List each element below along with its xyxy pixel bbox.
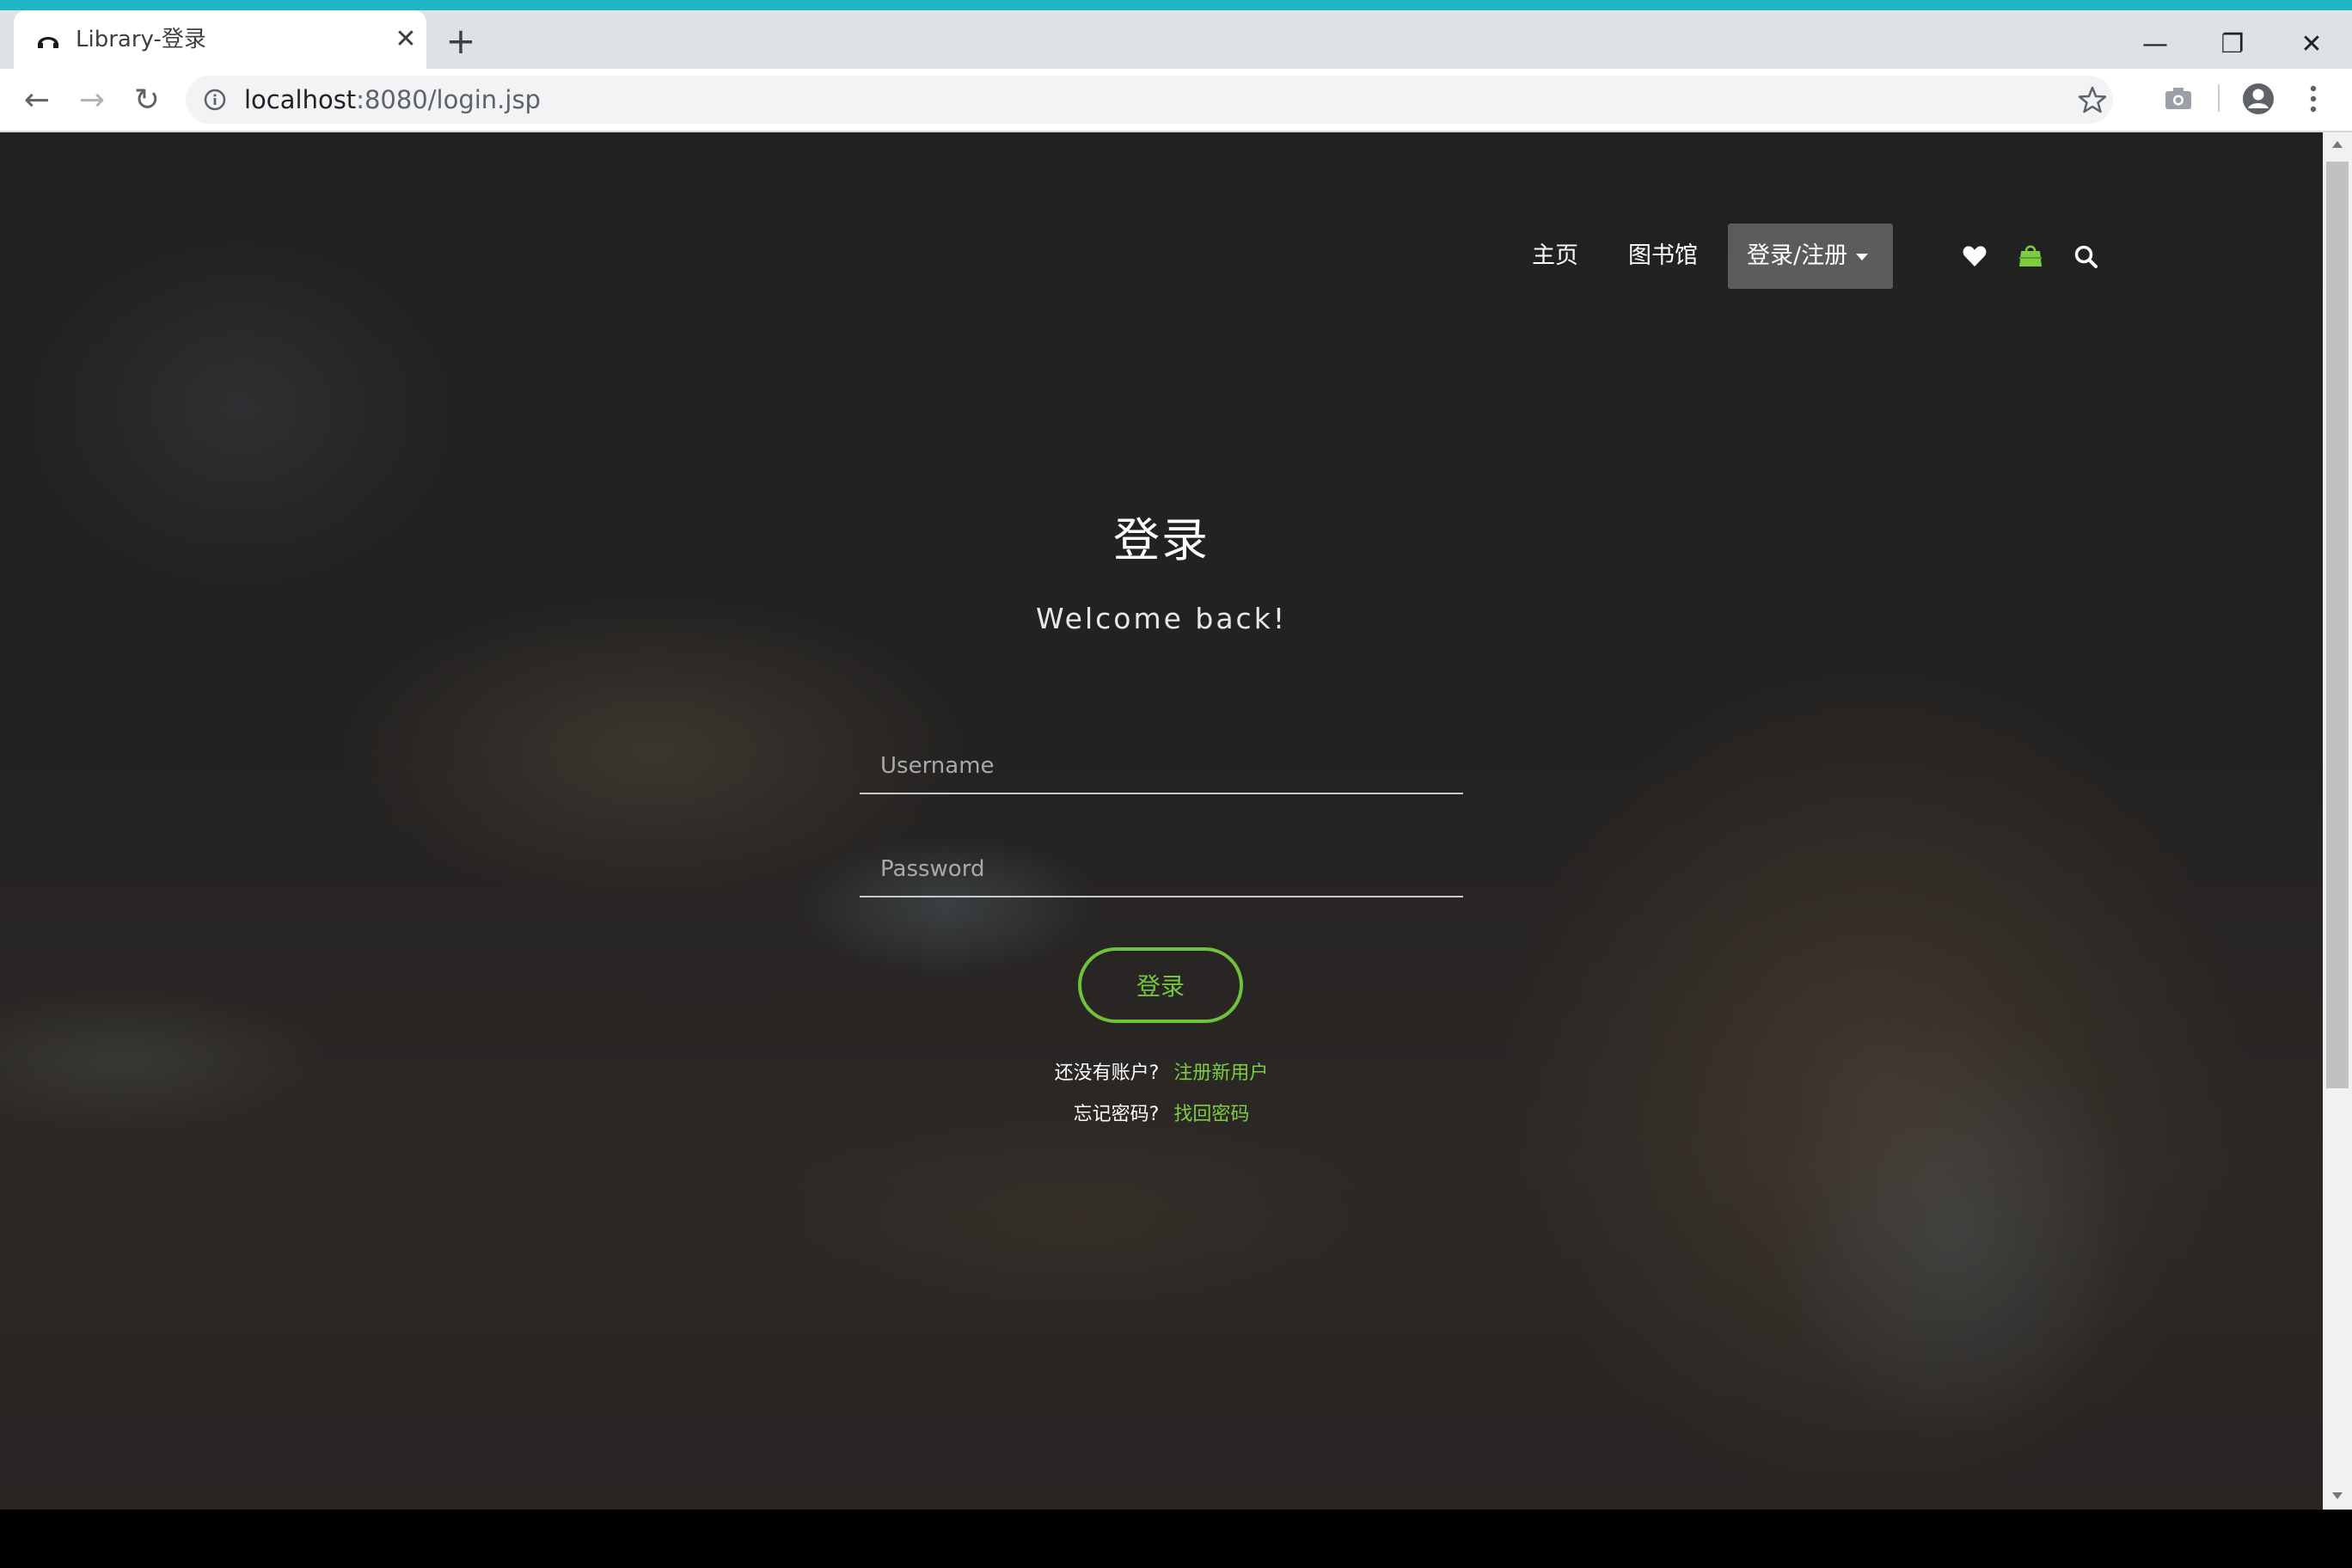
scroll-down-arrow-icon[interactable]	[2332, 1492, 2343, 1499]
scroll-thumb[interactable]	[2326, 162, 2349, 1088]
url-text[interactable]: localhost:8080/login.jsp	[244, 84, 541, 115]
tab-close-icon[interactable]: ✕	[392, 26, 420, 53]
favicon-icon	[38, 37, 58, 48]
screen-bottom-area	[0, 1510, 2352, 1568]
nav-login-dropdown[interactable]: 登录/注册	[1728, 224, 1893, 289]
site-navbar: 主页 图书馆 登录/注册	[0, 224, 2323, 289]
username-input[interactable]	[860, 739, 1463, 794]
heart-icon[interactable]	[1962, 244, 1988, 268]
page-viewport: 主页 图书馆 登录/注册 登录 Welcome back! 登录 还没有账户? …	[0, 132, 2323, 1510]
camera-icon[interactable]	[2161, 81, 2196, 115]
more-menu-icon[interactable]	[2300, 81, 2326, 117]
nav-login-label: 登录/注册	[1747, 242, 1848, 269]
toolbar-divider	[2218, 84, 2220, 112]
register-link[interactable]: 注册新用户	[1173, 1063, 1268, 1084]
profile-avatar-icon[interactable]	[2240, 81, 2276, 117]
nav-home-link[interactable]: 主页	[1532, 224, 1578, 289]
register-prompt: 还没有账户? 注册新用户	[0, 1057, 2323, 1085]
forward-icon[interactable]: →	[72, 81, 112, 120]
shopping-bag-icon[interactable]	[2018, 242, 2043, 268]
vertical-scrollbar[interactable]	[2323, 132, 2352, 1510]
forgot-password-text: 忘记密码?	[1073, 1104, 1160, 1125]
login-subtitle: Welcome back!	[1035, 602, 1288, 635]
caret-down-icon	[1856, 253, 1869, 260]
scroll-up-arrow-icon[interactable]	[2332, 141, 2343, 148]
new-tab-button[interactable]: +	[444, 23, 478, 59]
window-accent-bar	[0, 0, 2352, 10]
no-account-text: 还没有账户?	[1054, 1063, 1160, 1084]
back-icon[interactable]: ←	[17, 81, 57, 120]
login-title: 登录	[1113, 513, 1210, 567]
forgot-prompt: 忘记密码? 找回密码	[0, 1099, 2323, 1126]
info-icon[interactable]	[203, 88, 227, 112]
tab-strip: Library-登录 ✕ + — ❐ ✕	[0, 10, 2352, 69]
background-overlay	[0, 132, 2323, 1510]
recover-password-link[interactable]: 找回密码	[1173, 1104, 1249, 1125]
password-input[interactable]	[860, 842, 1463, 897]
address-bar[interactable]: localhost:8080/login.jsp	[186, 76, 2113, 124]
close-window-button[interactable]: ✕	[2273, 21, 2350, 69]
reload-icon[interactable]: ↻	[127, 81, 167, 120]
search-icon[interactable]	[2073, 244, 2099, 270]
tab-title: Library-登录	[76, 27, 206, 52]
minimize-button[interactable]: —	[2116, 21, 2194, 69]
browser-tab[interactable]: Library-登录 ✕	[14, 10, 426, 69]
bookmark-star-icon[interactable]	[2077, 84, 2108, 115]
restore-button[interactable]: ❐	[2194, 21, 2271, 69]
login-submit-button[interactable]: 登录	[1078, 947, 1243, 1023]
nav-library-link[interactable]: 图书馆	[1628, 224, 1698, 289]
browser-toolbar: ← → ↻ localhost:8080/login.jsp	[0, 69, 2352, 132]
